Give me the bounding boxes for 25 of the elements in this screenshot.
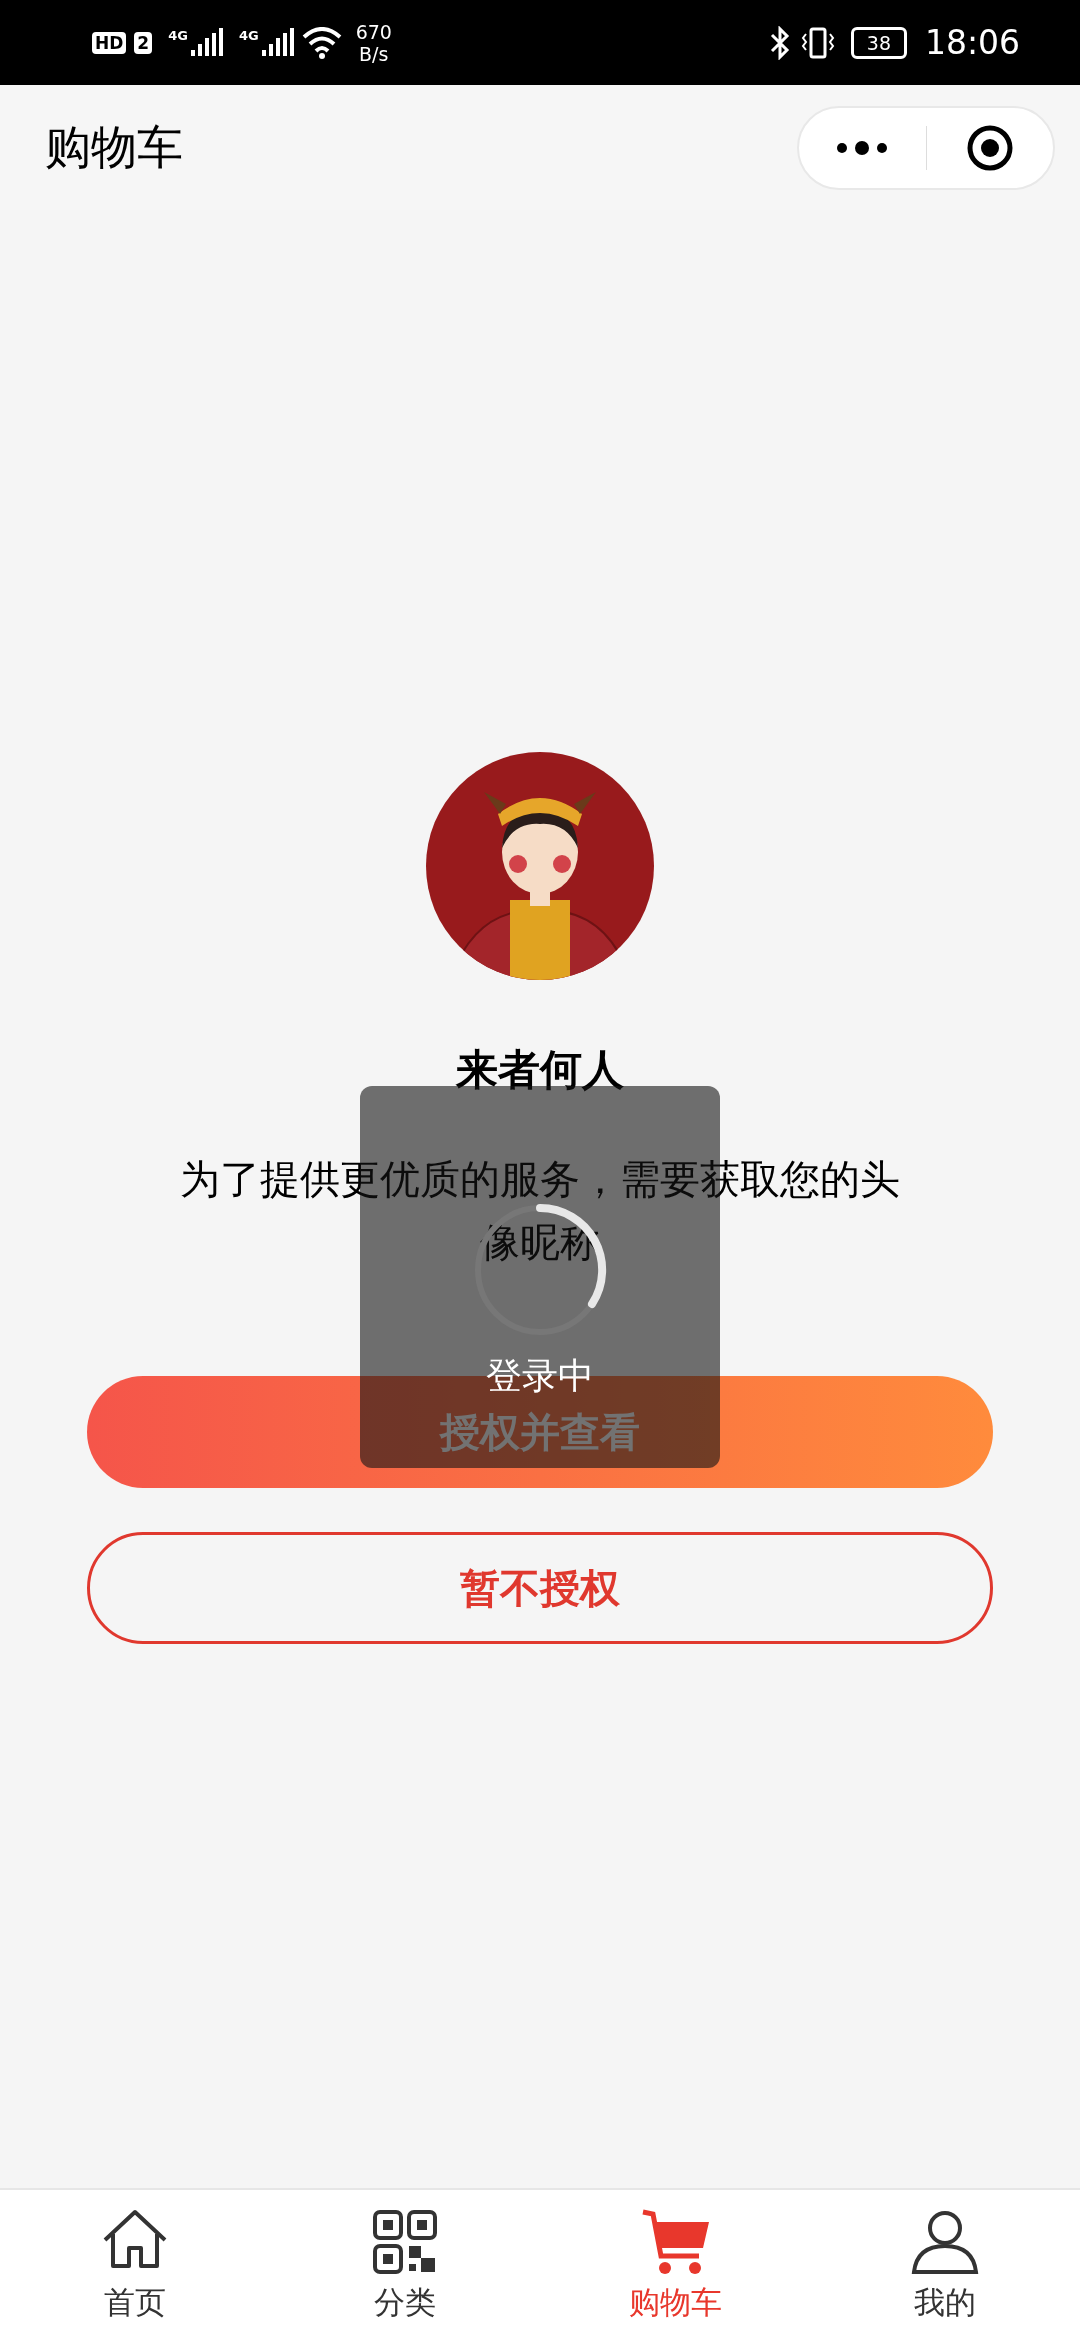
network-type: 4G <box>168 27 188 43</box>
signal-icon <box>259 27 294 58</box>
tab-item[interactable]: 分类 <box>270 2190 540 2340</box>
battery-level: 38 <box>866 31 891 54</box>
tab-item[interactable]: 首页 <box>0 2190 270 2340</box>
page-title: 购物车 <box>45 118 183 176</box>
signal-icon <box>188 27 223 58</box>
cart-icon <box>641 2208 709 2276</box>
more-icon <box>836 140 889 155</box>
bluetooth-icon <box>768 25 791 60</box>
status-badge: HD <box>92 31 127 54</box>
vibrate-icon <box>800 25 835 60</box>
tab-item[interactable]: 购物车 <box>540 2190 810 2340</box>
tab-item[interactable]: 我的 <box>810 2190 1080 2340</box>
qr-code-icon <box>371 2208 439 2276</box>
status-badge: 2 <box>134 31 153 54</box>
decline-button[interactable]: 暂不授权 <box>87 1532 993 1644</box>
dialog-title: 来者何人 <box>456 1044 624 1096</box>
person-icon <box>911 2208 979 2276</box>
wifi-icon <box>301 26 342 59</box>
network-type: 4G <box>238 27 259 43</box>
speed-unit: B/s <box>359 42 389 65</box>
network-speed: 670 <box>355 20 392 43</box>
target-icon <box>965 123 1014 172</box>
clock: 18:06 <box>924 23 1020 62</box>
